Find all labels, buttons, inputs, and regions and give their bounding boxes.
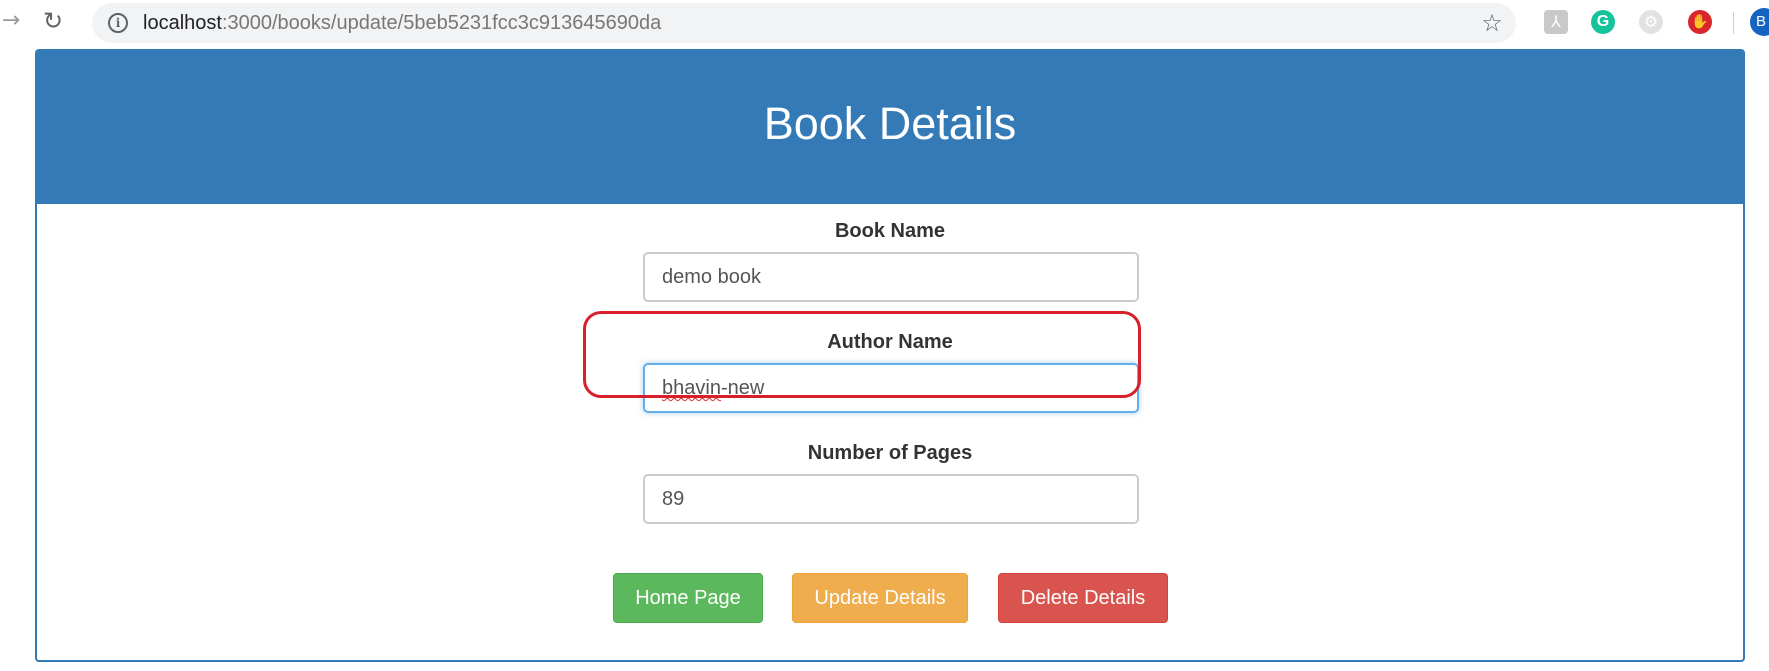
reload-icon[interactable]: ↻ [40, 7, 66, 35]
address-bar[interactable]: i localhost:3000/books/update/5beb5231fc… [92, 3, 1516, 43]
book-name-label: Book Name [834, 220, 946, 242]
pdf-extension-icon[interactable] [1544, 10, 1568, 34]
hand-block-icon[interactable]: ✋ [1688, 10, 1712, 34]
toolbar-divider [1733, 12, 1734, 34]
browser-toolbar: → ↻ i localhost:3000/books/update/5beb52… [0, 0, 1769, 44]
panel-heading: Book Details [37, 51, 1743, 204]
avatar[interactable]: B [1750, 8, 1769, 36]
page-title: Book Details [763, 98, 1017, 149]
pages-label: Number of Pages [807, 442, 973, 464]
url-host: localhost [143, 12, 222, 34]
annotation-highlight [583, 311, 1141, 398]
url-text[interactable]: localhost:3000/books/update/5beb5231fcc3… [143, 11, 661, 35]
delete-details-button[interactable]: Delete Details [998, 573, 1168, 623]
info-icon[interactable]: i [108, 13, 128, 33]
book-name-input[interactable]: demo book [643, 252, 1139, 302]
update-details-button[interactable]: Update Details [792, 573, 968, 623]
grammarly-icon[interactable]: G [1591, 10, 1615, 34]
pages-input[interactable]: 89 [643, 474, 1139, 524]
gear-extension-icon[interactable]: ⚙ [1639, 10, 1663, 34]
forward-arrow-icon[interactable]: → [0, 8, 22, 34]
home-page-button[interactable]: Home Page [613, 573, 763, 623]
url-path: :3000/books/update/5beb5231fcc3c91364569… [221, 12, 662, 34]
star-icon[interactable]: ☆ [1478, 9, 1506, 37]
